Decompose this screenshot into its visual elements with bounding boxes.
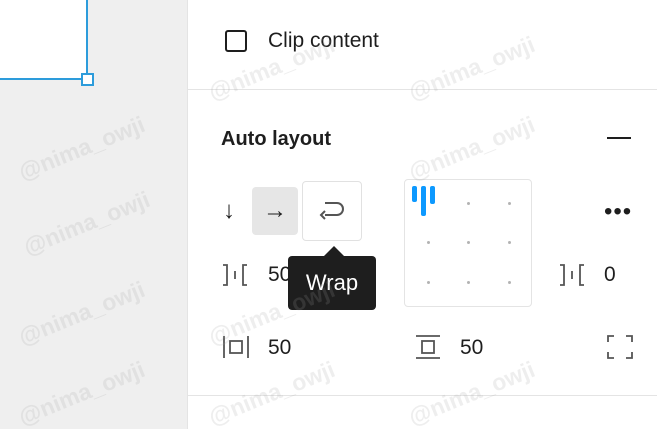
clip-content-checkbox[interactable]: [225, 30, 247, 52]
align-dot[interactable]: [467, 202, 470, 205]
align-dot[interactable]: [508, 241, 511, 244]
section-divider: [188, 89, 657, 90]
remove-auto-layout-icon[interactable]: [607, 137, 631, 139]
align-dot[interactable]: [427, 241, 430, 244]
clip-content-label: Clip content: [268, 29, 379, 52]
direction-horizontal-button[interactable]: →: [252, 187, 298, 235]
alignment-grid[interactable]: [404, 179, 532, 307]
auto-layout-title: Auto layout: [221, 128, 331, 150]
arrow-right-icon: →: [263, 197, 287, 224]
align-dot[interactable]: [467, 241, 470, 244]
align-dot[interactable]: [508, 281, 511, 284]
counter-spacing-value[interactable]: 0: [604, 263, 616, 287]
vertical-padding-icon: [416, 335, 440, 359]
align-bar-2: [421, 186, 426, 216]
tooltip-arrow: [324, 246, 344, 256]
more-options-icon[interactable]: •••: [604, 198, 632, 226]
individual-padding-icon[interactable]: [606, 334, 634, 360]
item-spacing-icon: [223, 264, 247, 286]
align-bar-1: [412, 186, 417, 202]
arrow-down-icon: ↓: [223, 197, 235, 224]
align-dot[interactable]: [508, 202, 511, 205]
vertical-padding-value[interactable]: 50: [460, 336, 483, 360]
horizontal-padding-value[interactable]: 50: [268, 336, 291, 360]
wrap-tooltip: Wrap: [288, 256, 376, 310]
direction-wrap-button[interactable]: [302, 181, 362, 241]
counter-spacing-icon: [560, 264, 584, 286]
resize-handle[interactable]: [81, 73, 94, 86]
direction-vertical-button[interactable]: ↓: [206, 187, 252, 235]
horizontal-padding-icon: [223, 336, 249, 358]
align-bar-3: [430, 186, 435, 204]
align-dot[interactable]: [467, 281, 470, 284]
section-divider: [188, 395, 657, 396]
selected-frame[interactable]: [0, 0, 88, 80]
wrap-icon: [319, 202, 344, 220]
align-dot[interactable]: [427, 281, 430, 284]
